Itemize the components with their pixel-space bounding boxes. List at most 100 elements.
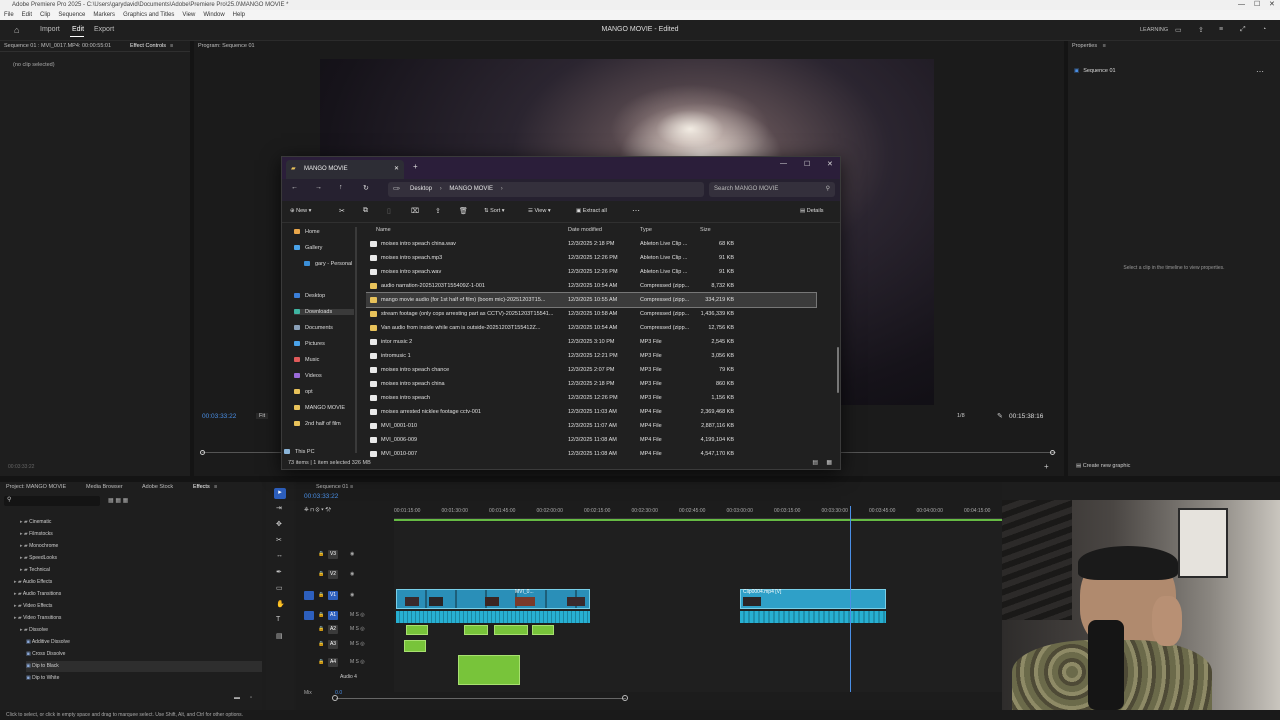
wrench-icon[interactable]: ✎: [997, 412, 1003, 420]
pen-tool-icon[interactable]: ✒: [276, 568, 282, 576]
properties-item[interactable]: ▣ Sequence 01: [1074, 68, 1116, 74]
sidebar-item[interactable]: Gallery: [294, 245, 322, 251]
breadcrumb-desktop[interactable]: Desktop: [410, 186, 432, 192]
address-bar[interactable]: ▭ › Desktop › MANGO MOVIE ›: [388, 182, 704, 197]
file-row[interactable]: moises arrested nicklee footage cctv-001…: [366, 405, 816, 419]
sidebar-item[interactable]: This PC: [284, 449, 315, 455]
clip-audio-a1[interactable]: [396, 611, 590, 623]
minimize-icon[interactable]: —: [1238, 0, 1245, 10]
effects-tree-item[interactable]: ▸ ▰ Technical: [20, 565, 262, 576]
clip-video-v1-2[interactable]: Clip0004.mp4 [V]: [740, 589, 886, 609]
eye-icon[interactable]: ◉: [350, 592, 354, 598]
file-row[interactable]: audio narration-20251203T155409Z-1-001 12…: [366, 279, 816, 293]
file-list-scrollbar[interactable]: [837, 347, 839, 393]
lock-icon[interactable]: 🔒: [318, 626, 324, 632]
effects-tree-item[interactable]: ▣ Dip to White: [26, 673, 262, 684]
up-icon[interactable]: ↑: [339, 184, 343, 191]
tiles-view-icon[interactable]: ▦: [826, 457, 832, 470]
share-icon[interactable]: ⇪: [1198, 26, 1204, 34]
col-date[interactable]: Date modified: [568, 227, 602, 233]
eye-icon[interactable]: ◉: [350, 571, 354, 577]
clip-audio-a4[interactable]: [458, 655, 520, 685]
tab-media-browser[interactable]: Media Browser: [86, 482, 123, 492]
menu-markers[interactable]: Markers: [93, 10, 115, 20]
track-header[interactable]: A1 🔒 M S ◎: [296, 611, 394, 623]
breadcrumb-mango-movie[interactable]: MANGO MOVIE: [449, 186, 493, 192]
source-patch[interactable]: [304, 591, 314, 600]
sidebar-item[interactable]: 2nd half of film: [294, 421, 341, 427]
sidebar-item[interactable]: Downloads: [294, 309, 354, 315]
file-row[interactable]: moises intro speach china.wav 12/3/2025 2…: [366, 237, 816, 251]
lock-icon[interactable]: 🔒: [318, 551, 324, 557]
effects-tree-item[interactable]: ▸ ▰ Dissolve: [20, 625, 262, 636]
resolution-dropdown[interactable]: 1/8: [957, 413, 965, 419]
slip-tool-icon[interactable]: ↔: [276, 552, 283, 559]
file-row[interactable]: moises intro speach.wav 12/3/2025 12:26 P…: [366, 265, 816, 279]
close-icon[interactable]: ✕: [1269, 0, 1275, 10]
mute-solo-icons[interactable]: M S ◎: [350, 641, 365, 647]
menu-file[interactable]: File: [4, 10, 14, 20]
effects-search-input[interactable]: ⚲: [4, 496, 100, 506]
program-monitor-title[interactable]: Program: Sequence 01: [194, 41, 1064, 51]
lock-icon[interactable]: 🔒: [318, 659, 324, 665]
extract-all-button[interactable]: ▣ Extract all: [576, 208, 607, 214]
sidebar-item[interactable]: Documents: [294, 325, 333, 331]
tab-export[interactable]: Export: [94, 26, 114, 33]
view-button[interactable]: ☰ View ▾: [528, 208, 551, 214]
more-icon[interactable]: ⋯: [1256, 67, 1264, 76]
lock-icon[interactable]: 🔒: [318, 612, 324, 618]
file-row[interactable]: moises intro speach china 12/3/2025 2:18 …: [366, 377, 816, 391]
file-row[interactable]: intromusic 1 12/3/2025 12:21 PM MP3 File 3,…: [366, 349, 816, 363]
type-tool-icon[interactable]: T: [276, 616, 280, 623]
track-select-tool-icon[interactable]: ⇥: [276, 504, 282, 512]
effects-tree-item[interactable]: ▸ ▰ SpeedLooks: [20, 553, 262, 564]
refresh-icon[interactable]: ↻: [363, 184, 369, 192]
maximize-icon[interactable]: ☐: [1254, 0, 1260, 10]
scroll-end-handle[interactable]: [622, 695, 628, 701]
clip-audio-a2[interactable]: [532, 625, 554, 635]
selection-tool-icon[interactable]: ▸: [274, 488, 286, 499]
effects-tree-item[interactable]: ▸ ▰ Filmstocks: [20, 529, 262, 540]
effect-controls-tab[interactable]: Effect Controls: [130, 41, 166, 51]
details-view-icon[interactable]: ▤: [812, 457, 818, 470]
menu-sequence[interactable]: Sequence: [58, 10, 85, 20]
track-header[interactable]: A4 🔒 M S ◎: [296, 658, 394, 670]
sidebar-item[interactable]: Home: [294, 229, 320, 235]
sort-button[interactable]: ⇅ Sort ▾: [484, 208, 505, 214]
fit-dropdown[interactable]: Fit: [256, 413, 269, 419]
lock-icon[interactable]: 🔒: [318, 592, 324, 598]
clip-audio-a2[interactable]: [464, 625, 488, 635]
explorer-tab[interactable]: ▰ MANGO MOVIE ✕: [286, 160, 404, 179]
details-button[interactable]: ▤ Details: [800, 208, 824, 214]
col-type[interactable]: Type: [640, 227, 652, 233]
effects-tree-item[interactable]: ▸ ▰ Audio Transitions: [14, 589, 262, 600]
tab-import[interactable]: Import: [40, 26, 60, 33]
caption-tool-icon[interactable]: ▤: [276, 632, 283, 640]
cut-icon[interactable]: ✂: [339, 207, 345, 215]
file-row[interactable]: moises intro speach.mp3 12/3/2025 12:26 P…: [366, 251, 816, 265]
copy-icon[interactable]: ⧉: [363, 207, 368, 215]
trash-icon[interactable]: ▫: [250, 695, 252, 701]
effects-tree-item[interactable]: ▣ Cross Dissolve: [26, 649, 262, 660]
menu-edit[interactable]: Edit: [22, 10, 32, 20]
forward-icon[interactable]: →: [315, 184, 322, 191]
rectangle-tool-icon[interactable]: ▭: [276, 584, 283, 592]
share-icon[interactable]: ⇪: [435, 207, 441, 215]
effects-tree-item[interactable]: ▸ ▰ Video Transitions: [14, 613, 262, 624]
lock-icon[interactable]: 🔒: [318, 641, 324, 647]
track-label[interactable]: V3: [328, 550, 338, 559]
panel-menu-icon[interactable]: ≡: [214, 482, 217, 492]
effects-tree-item[interactable]: ▸ ▰ Audio Effects: [14, 577, 262, 588]
sidebar-item[interactable]: gary - Personal: [304, 261, 352, 267]
minimize-icon[interactable]: —: [780, 160, 787, 167]
track-label[interactable]: A4: [328, 658, 338, 667]
clip-audio-a2[interactable]: [494, 625, 528, 635]
tab-edit[interactable]: Edit: [72, 26, 84, 33]
notifications-icon[interactable]: ◔: [1262, 26, 1266, 33]
menu-icon[interactable]: ≡: [1219, 26, 1223, 33]
timeline-timecode[interactable]: 00:03:33:22: [304, 493, 338, 500]
effects-tree-item[interactable]: ▸ ▰ Cinematic: [20, 517, 262, 528]
more-icon[interactable]: ⋯: [632, 206, 640, 215]
learning-label[interactable]: LEARNING: [1140, 27, 1168, 33]
scroll-start-handle[interactable]: [332, 695, 338, 701]
